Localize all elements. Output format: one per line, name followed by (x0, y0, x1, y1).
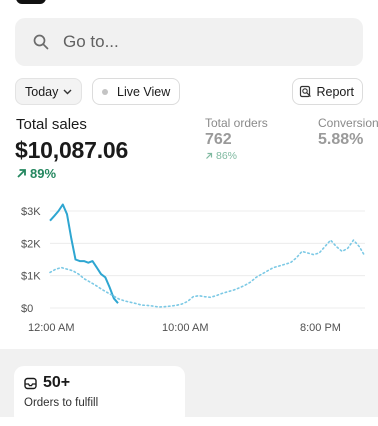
arrow-up-right-icon (206, 152, 213, 159)
search-input[interactable] (61, 31, 345, 53)
date-range-dropdown[interactable]: Today (15, 78, 83, 105)
total-sales-change-value: 89% (30, 166, 57, 181)
x-axis: 12:00 AM 10:00 AM 8:00 PM (28, 322, 341, 334)
current-series-line (49, 203, 119, 304)
total-orders-change: 86% (205, 150, 237, 162)
conversion-label: Conversion (318, 116, 378, 130)
total-sales-value: $10,087.06 (15, 137, 129, 163)
home-cards-area: 50+ Orders to fulfill (0, 349, 378, 426)
sales-chart: $3K $2K $1K $0 12:00 AM 10:00 AM 8:00 PM (21, 203, 366, 334)
y-tick-label: $3K (21, 206, 41, 218)
y-tick-label: $0 (21, 303, 33, 315)
search-icon (33, 34, 49, 50)
filter-bar: Today Live View Report (15, 78, 363, 106)
orders-to-fulfill-card[interactable]: 50+ Orders to fulfill (14, 366, 185, 426)
total-sales-change: 89% (16, 166, 56, 181)
live-view-button[interactable]: Live View (92, 78, 181, 105)
arrow-up-right-icon (17, 169, 26, 178)
report-icon (300, 85, 312, 98)
total-sales-label: Total sales (16, 116, 87, 133)
total-orders-label: Total orders (205, 116, 268, 130)
live-view-label: Live View (117, 84, 171, 99)
live-status-dot (102, 88, 108, 95)
app-logo (16, 0, 46, 4)
report-label: Report (316, 84, 354, 99)
total-orders-value: 762 (205, 131, 232, 148)
search-bar[interactable] (15, 18, 363, 66)
date-range-label: Today (25, 84, 59, 99)
x-tick-label: 8:00 PM (300, 322, 341, 334)
conversion-value: 5.88% (318, 131, 364, 148)
report-button[interactable]: Report (292, 78, 363, 105)
x-tick-label: 12:00 AM (28, 322, 74, 334)
orders-to-fulfill-count: 50+ (43, 374, 71, 391)
y-tick-label: $2K (21, 238, 41, 250)
y-tick-label: $1K (21, 271, 41, 283)
chart-series (49, 203, 366, 308)
x-tick-label: 10:00 AM (162, 322, 208, 334)
comparison-series-line (49, 239, 366, 308)
total-orders-change-value: 86% (216, 150, 238, 162)
y-axis: $3K $2K $1K $0 (21, 206, 41, 315)
inbox-icon (24, 377, 37, 389)
chart-grid (50, 210, 365, 309)
chevron-down-icon (63, 89, 72, 94)
orders-to-fulfill-label: Orders to fulfill (24, 397, 99, 409)
